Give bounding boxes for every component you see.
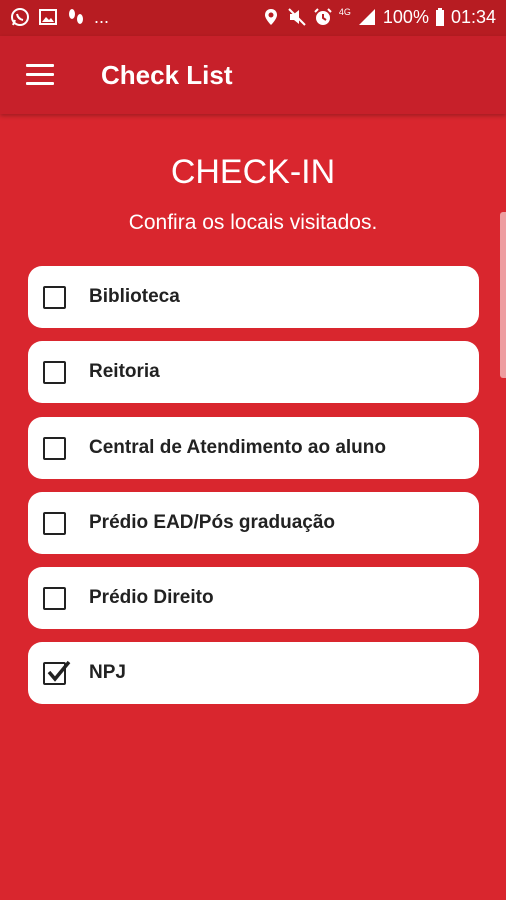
checkbox[interactable] <box>43 660 71 685</box>
status-overflow: ... <box>94 7 110 27</box>
checklist-item-label: Prédio Direito <box>89 587 214 608</box>
page-subtitle: Confira os locais visitados. <box>128 211 378 234</box>
status-left: ... <box>10 7 109 27</box>
battery-percent: 100% <box>382 7 429 27</box>
checklist-item-label: Prédio EAD/Pós graduação <box>89 512 336 533</box>
network-4g-icon: 4G <box>338 6 351 17</box>
steps-icon <box>66 7 86 27</box>
checklist-item-label: NPJ <box>89 662 126 683</box>
battery-icon <box>435 7 445 27</box>
checklist-item-predio-ead[interactable]: Prédio EAD/Pós graduação <box>28 492 479 554</box>
status-bar: ... 4G 100% 01:34 <box>0 0 506 36</box>
status-time: 01:34 <box>450 7 496 27</box>
whatsapp-icon <box>10 7 30 27</box>
status-right: 4G 100% 01:34 <box>261 7 496 27</box>
checkbox[interactable] <box>43 286 66 309</box>
menu-line <box>26 73 54 76</box>
app-bar: Check List <box>0 36 506 114</box>
checklist-item-biblioteca[interactable]: Biblioteca <box>28 266 479 328</box>
checkbox[interactable] <box>43 512 66 535</box>
checklist-item-reitoria[interactable]: Reitoria <box>28 341 479 403</box>
checklist-item-npj[interactable]: NPJ <box>28 642 479 704</box>
gallery-icon <box>38 7 58 27</box>
hamburger-menu-icon[interactable] <box>20 59 60 91</box>
checkbox[interactable] <box>43 437 66 460</box>
location-icon <box>261 7 281 27</box>
app-title: Check List <box>101 60 233 90</box>
menu-line <box>26 82 54 85</box>
checkbox[interactable] <box>43 587 66 610</box>
checklist-item-label: Biblioteca <box>89 286 180 307</box>
alarm-icon <box>313 7 333 27</box>
scroll-indicator[interactable] <box>500 212 506 378</box>
mute-icon <box>287 7 307 27</box>
checklist-item-label: Reitoria <box>89 361 160 382</box>
checklist-item-predio-direito[interactable]: Prédio Direito <box>28 567 479 629</box>
checkbox[interactable] <box>43 361 66 384</box>
checklist-item-central-atendimento[interactable]: Central de Atendimento ao aluno <box>28 417 479 479</box>
menu-line <box>26 64 54 67</box>
signal-icon <box>357 7 377 27</box>
checklist-item-label: Central de Atendimento ao aluno <box>89 437 386 458</box>
page-title: CHECK-IN <box>170 153 336 191</box>
